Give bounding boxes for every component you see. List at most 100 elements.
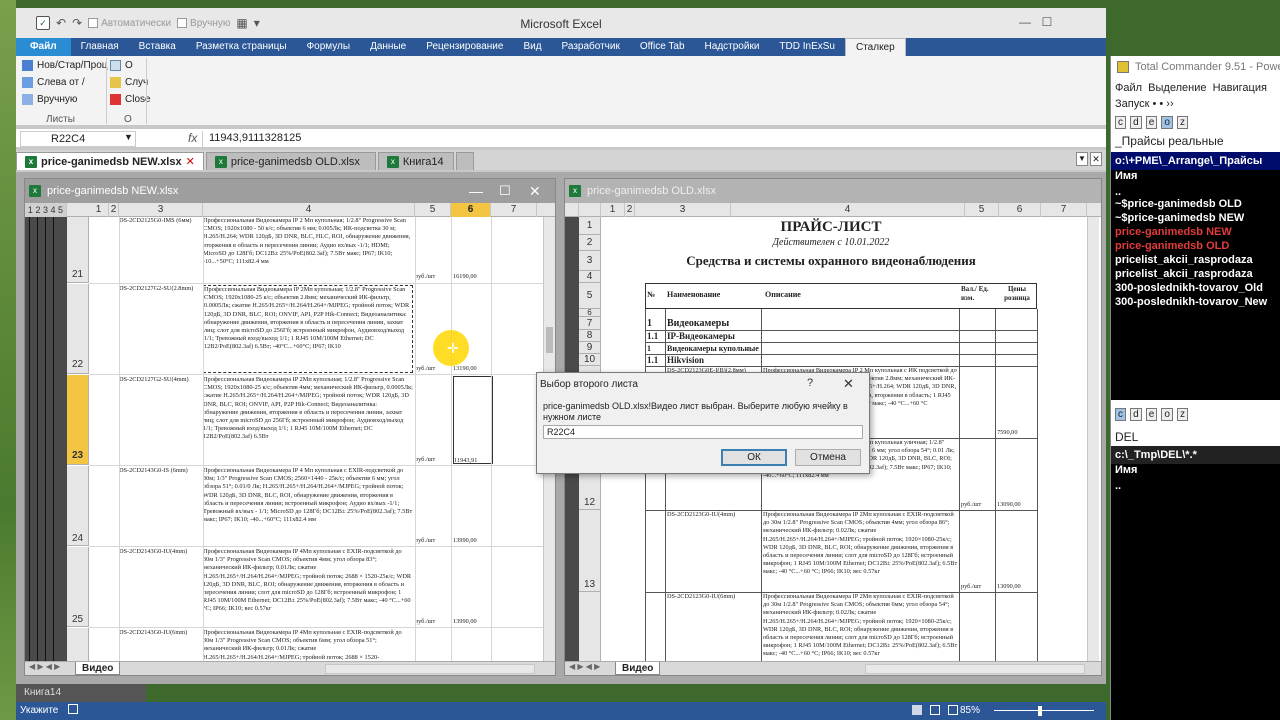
maximize-icon[interactable]: ☐	[1038, 14, 1056, 30]
new-old-proc-button[interactable]: Нов/Стар/Проц	[22, 60, 108, 71]
row-header[interactable]: 5	[579, 283, 601, 309]
unit[interactable]: руб./шт	[415, 273, 451, 281]
tab-formulas[interactable]: Формулы	[297, 38, 361, 56]
outline-level[interactable]: 4	[51, 205, 56, 215]
sheet-nav-icons[interactable]: ◀ ▶ ◀ ▶	[29, 662, 60, 671]
row-header[interactable]: 9	[579, 342, 601, 354]
tc-file[interactable]: 300-poslednikh-tovarov_New	[1111, 296, 1280, 308]
product-description[interactable]: Профессиональная Видеокамера IP 4Мп купо…	[203, 629, 413, 663]
save-icon[interactable]: ✓	[36, 16, 50, 30]
zoom-slider[interactable]	[994, 710, 1094, 711]
unit[interactable]: руб./шт	[415, 456, 451, 464]
unit[interactable]: руб./шт	[961, 583, 995, 591]
minimize-icon[interactable]: —	[1016, 14, 1034, 30]
tab-view[interactable]: Вид	[513, 38, 551, 56]
product-description[interactable]: Профессиональная Видеокамера IP 2Мп купо…	[203, 376, 413, 464]
zoom-level[interactable]: 85%	[960, 705, 980, 716]
grid-icon[interactable]: ▦	[236, 16, 247, 30]
normal-view-icon[interactable]	[912, 705, 922, 715]
manual-calc-toggle[interactable]: Вручную	[177, 18, 230, 29]
drive-d[interactable]: d	[1130, 116, 1142, 129]
formula-input[interactable]: 11943,9111328125	[202, 131, 1100, 147]
product-code[interactable]: DS-2CD2123G0-IU(6mm)	[667, 593, 763, 663]
product-description[interactable]: Профессиональная Видеокамера IP 4Мп купо…	[203, 548, 413, 626]
name-box-dropdown-icon[interactable]: ▼	[124, 132, 133, 142]
drive-e[interactable]: e	[1145, 408, 1158, 421]
column-5[interactable]: 5	[965, 203, 999, 217]
unit[interactable]: руб./шт	[961, 501, 995, 509]
product-code[interactable]: DS-2CD2143G0-IU(6mm)	[119, 629, 203, 663]
doc-tab-book14[interactable]: x Книга14	[377, 152, 454, 170]
sheet-nav-icons[interactable]: ◀ ▶ ◀ ▶	[569, 662, 600, 671]
new-tab-button[interactable]	[455, 152, 474, 170]
tab-file[interactable]: Файл	[16, 38, 71, 56]
drive-e[interactable]: e	[1145, 116, 1158, 129]
cancel-button[interactable]: Отмена	[795, 449, 861, 466]
tab-page-layout[interactable]: Разметка страницы	[186, 38, 297, 56]
product-description[interactable]: Профессиональная Видеокамера IP 2 Мп куп…	[203, 217, 413, 283]
auto-calc-toggle[interactable]: Автоматически	[88, 18, 171, 29]
sheet-tab-video[interactable]: Видео	[75, 662, 121, 675]
product-code[interactable]: DS-2CD2127G2-SU(4mm)	[119, 376, 203, 464]
group-name[interactable]: IP-Видеокамеры	[667, 331, 735, 342]
scroll-thumb[interactable]	[546, 327, 553, 353]
tc-menu-select[interactable]: Выделение	[1148, 82, 1206, 94]
sheet-tab-video[interactable]: Видео	[615, 662, 661, 675]
tc-column-name[interactable]: Имя	[1111, 170, 1280, 182]
product-code[interactable]: DS-2CD2125G0-IMS (6мм)	[119, 217, 203, 283]
select-all[interactable]	[565, 203, 579, 217]
column-2[interactable]: 2	[109, 203, 119, 217]
unit[interactable]: руб./шт	[415, 537, 451, 545]
close-tab-icon[interactable]: ✕	[186, 153, 195, 171]
doc-tab-old[interactable]: x price-ganimedsb OLD.xlsx	[205, 152, 376, 170]
tc-file[interactable]: price-ganimedsb NEW	[1111, 226, 1280, 238]
product-code[interactable]: DS-2CD2127G2-SU(2.8mm)	[119, 285, 203, 373]
price-list-subheading[interactable]: Средства и системы охранного видеонаблюд…	[601, 253, 1061, 269]
tc-panel2-list[interactable]	[1111, 464, 1280, 720]
tab-data[interactable]: Данные	[360, 38, 416, 56]
outline-level[interactable]: 2	[35, 205, 40, 215]
group-num[interactable]: 1	[647, 343, 651, 354]
header-price[interactable]: Цены розница	[997, 285, 1037, 303]
minimize-window-icon[interactable]: —	[469, 179, 483, 203]
product-code[interactable]: DS-2CD2123G0-IU(4mm)	[667, 511, 763, 591]
drive-o[interactable]: o	[1161, 116, 1173, 129]
column-2[interactable]: 2	[625, 203, 635, 217]
row-header[interactable]: 10	[579, 354, 601, 366]
tc-file[interactable]: price-ganimedsb OLD	[1111, 240, 1280, 252]
scroll-tabs-icon[interactable]: ▼	[1076, 152, 1088, 166]
horizontal-scrollbar[interactable]	[865, 664, 1085, 674]
tab-stalker[interactable]: Сталкер	[844, 38, 906, 56]
tab-insert[interactable]: Вставка	[129, 38, 186, 56]
restore-window-icon[interactable]: ☐	[499, 179, 511, 203]
page-break-icon[interactable]	[948, 705, 958, 715]
row-header[interactable]: 1	[579, 217, 601, 235]
valid-date[interactable]: Действителен с 10.01.2022	[601, 237, 1061, 248]
tc-menu-file[interactable]: Файл	[1115, 82, 1142, 94]
tc-menu-navigation[interactable]: Навигация	[1213, 82, 1267, 94]
price-list-heading[interactable]: ПРАЙС-ЛИСТ	[601, 219, 1061, 236]
doc-tab-new[interactable]: x price-ganimedsb NEW.xlsx ✕	[16, 152, 204, 170]
unit[interactable]: руб./шт	[415, 365, 451, 373]
group-num[interactable]: 1	[647, 318, 652, 330]
vertical-scrollbar[interactable]	[1087, 217, 1099, 663]
row-header[interactable]	[67, 628, 89, 664]
tc-menu-launch[interactable]: Запуск	[1115, 98, 1149, 110]
product-description[interactable]: Профессиональная Видеокамера IP 2Мп купо…	[763, 593, 959, 663]
column-3[interactable]: 3	[119, 203, 203, 217]
tc-file[interactable]: ~$price-ganimedsb OLD	[1111, 198, 1280, 210]
outline-levels[interactable]: 1 2 3 4 5	[25, 203, 67, 217]
header-unit[interactable]: Вал./ Ед. изм.	[961, 285, 993, 303]
unit[interactable]: руб./шт	[415, 618, 451, 626]
drive-d[interactable]: d	[1130, 408, 1142, 421]
tc-up-dir[interactable]: ..	[1111, 186, 1280, 198]
close-ribbon-button[interactable]: Close	[110, 94, 151, 105]
tab-review[interactable]: Рецензирование	[416, 38, 513, 56]
undo-icon[interactable]: ↶	[56, 16, 66, 30]
price[interactable]: 16190,00	[453, 273, 493, 281]
price[interactable]: 13190,00	[453, 365, 493, 373]
close-icon[interactable]: ✕	[843, 376, 854, 392]
row-header[interactable]: 24	[67, 466, 89, 546]
drive-c[interactable]: c	[1115, 408, 1126, 421]
tab-addins[interactable]: Надстройки	[695, 38, 770, 56]
